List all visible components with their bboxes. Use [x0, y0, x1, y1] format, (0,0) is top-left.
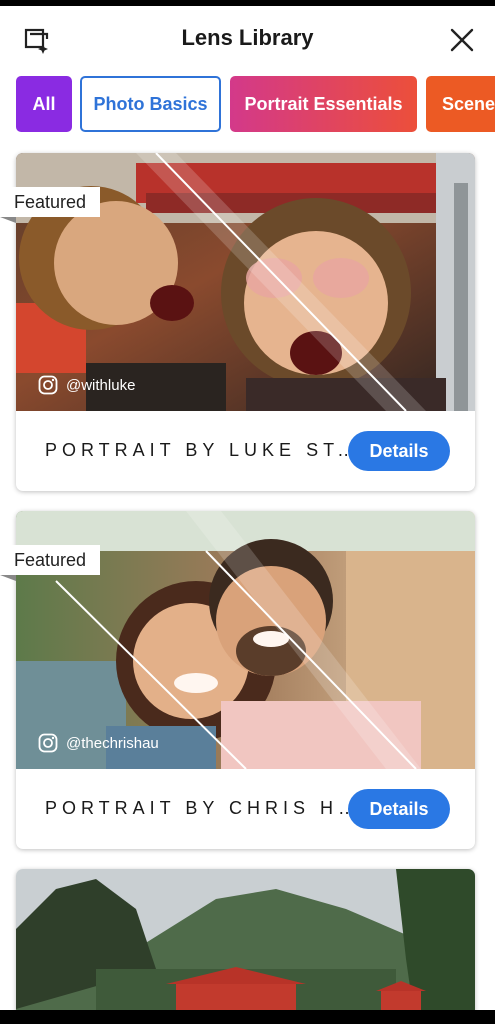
featured-badge: Featured — [0, 545, 101, 575]
navigation-bar-edge — [0, 1010, 495, 1024]
filter-chip-portrait-essentials[interactable]: Portrait Essentials — [230, 76, 417, 132]
lens-preview-image[interactable] — [16, 869, 475, 1024]
featured-badge: Featured — [0, 187, 101, 217]
header-bar: Lens Library — [0, 6, 495, 70]
featured-badge-fold — [0, 217, 16, 223]
instagram-handle-text: @thechrishau — [66, 734, 159, 752]
add-lens-icon[interactable] — [22, 26, 52, 56]
filter-chip-photo-basics[interactable]: Photo Basics — [80, 76, 221, 132]
filter-chip-row[interactable]: All Photo Basics Portrait Essentials Sce… — [16, 76, 495, 134]
instagram-handle: @withluke — [38, 375, 135, 395]
lens-card[interactable]: @thechrishau Featured PORTRAIT BY CHRIS … — [0, 511, 475, 849]
featured-badge-fold — [0, 575, 16, 581]
instagram-handle-text: @withluke — [66, 376, 136, 394]
details-button[interactable]: Details — [348, 789, 450, 829]
instagram-icon — [38, 375, 58, 395]
lens-card[interactable]: @withluke Featured PORTRAIT BY LUKE ST..… — [0, 153, 475, 491]
lens-card-partial[interactable] — [16, 869, 475, 1024]
filter-chip-all[interactable]: All — [16, 76, 72, 132]
lens-card-footer: PORTRAIT BY LUKE ST... Details — [16, 411, 475, 491]
filter-chip-scenery[interactable]: Scener — [426, 76, 495, 132]
close-icon[interactable] — [449, 27, 475, 53]
instagram-handle: @thechrishau — [38, 733, 159, 753]
lens-title: PORTRAIT BY CHRIS H... — [45, 798, 357, 818]
lens-card-footer: PORTRAIT BY CHRIS H... Details — [16, 769, 475, 849]
details-button[interactable]: Details — [348, 431, 450, 471]
lens-title: PORTRAIT BY LUKE ST... — [45, 440, 357, 460]
page-title: Lens Library — [181, 25, 314, 50]
instagram-icon — [38, 733, 58, 753]
